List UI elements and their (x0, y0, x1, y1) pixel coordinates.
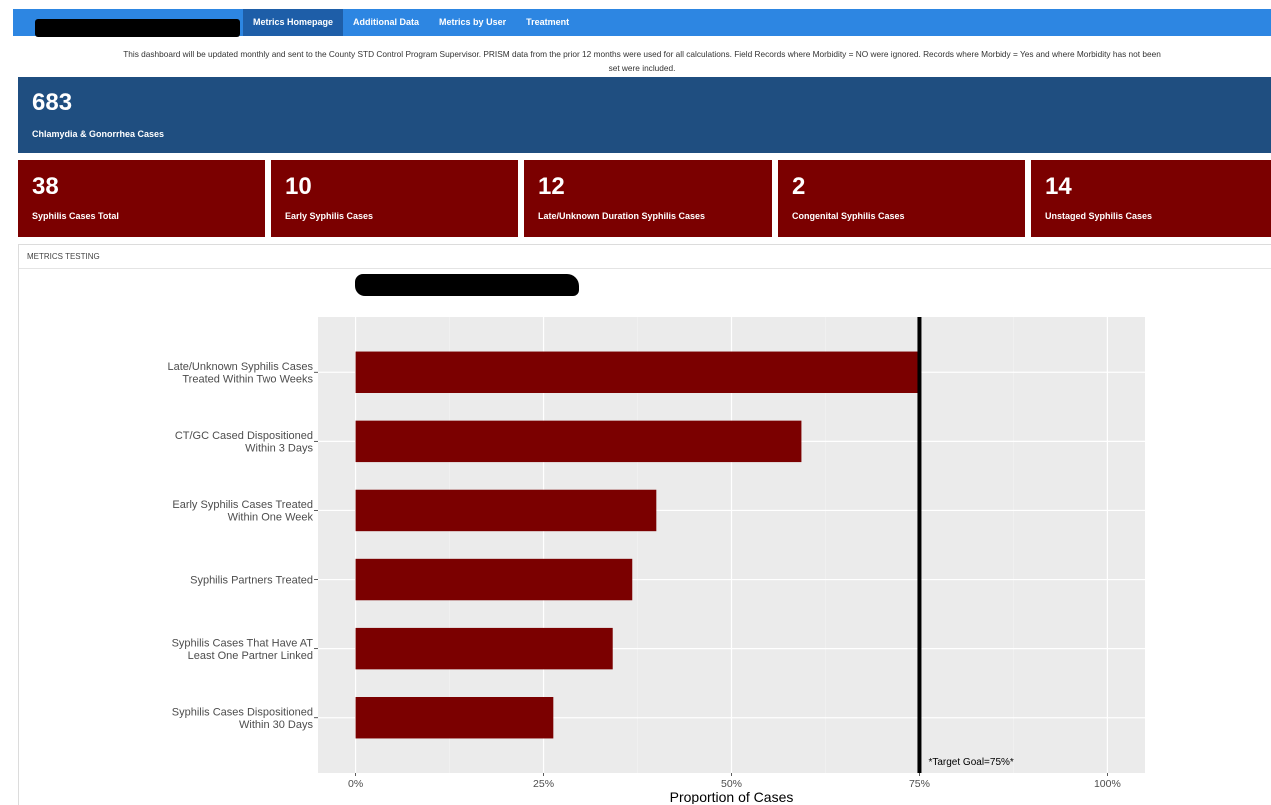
x-tick-label: 75% (909, 778, 930, 790)
metrics-bar-chart: *Target Goal=75%* Late/Unknown Syphilis C… (167, 317, 1145, 804)
bar-5 (355, 697, 554, 739)
target-label: *Target Goal=75%* (928, 757, 1013, 768)
bar-2 (355, 489, 657, 532)
y-tick-label: Late/Unknown Syphilis Cases Treated Withi… (167, 361, 313, 386)
x-axis-title: Proportion of Cases (670, 789, 794, 804)
bar-0 (355, 351, 920, 393)
bar-1 (355, 420, 802, 463)
x-tick-label: 100% (1094, 778, 1121, 790)
y-tick-label: CT/GC Cased Dispositioned Within 3 Days (175, 430, 314, 455)
bar-3 (355, 558, 633, 601)
y-tick-label: Early Syphilis Cases Treated Within One W… (172, 499, 313, 523)
x-tick-label: 0% (348, 778, 363, 790)
bar-4 (355, 627, 613, 670)
y-tick-label: Syphilis Partners Treated (190, 575, 313, 587)
y-tick-label: Syphilis Cases That Have AT Least One Par… (172, 637, 314, 662)
x-tick-label: 25% (533, 778, 554, 790)
y-tick-label: Syphilis Cases Dispositioned Within 30 Da… (172, 706, 314, 731)
